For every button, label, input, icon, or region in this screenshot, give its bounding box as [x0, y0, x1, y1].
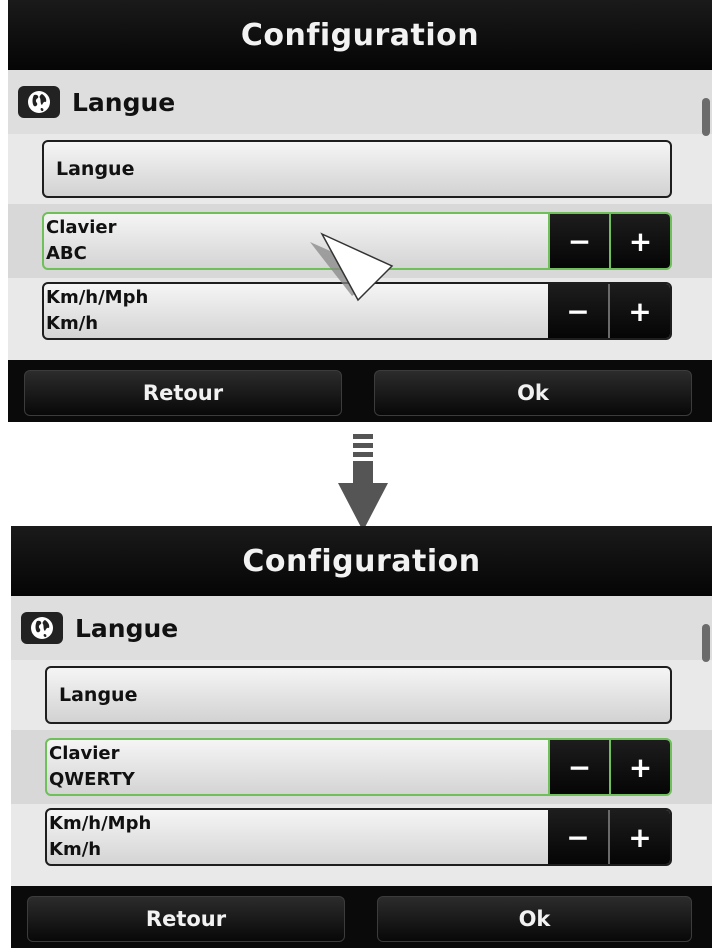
- page-title: Configuration: [242, 543, 481, 579]
- units-minus-button[interactable]: −: [548, 284, 608, 338]
- keyboard-plus-button[interactable]: +: [609, 740, 670, 794]
- ok-button[interactable]: Ok: [377, 896, 692, 942]
- keyboard-label: Clavier: [46, 217, 117, 238]
- language-button[interactable]: Langue: [42, 140, 672, 198]
- keyboard-minus-button[interactable]: −: [548, 214, 609, 268]
- keyboard-value: QWERTY: [49, 769, 135, 790]
- section-title: Langue: [72, 87, 176, 117]
- back-button[interactable]: Retour: [24, 370, 342, 416]
- keyboard-label: Clavier: [49, 743, 120, 764]
- section-header-language: Langue: [8, 70, 712, 134]
- language-button[interactable]: Langue: [45, 666, 672, 724]
- keyboard-minus-button[interactable]: −: [548, 740, 609, 794]
- screen-before: Configuration Langue Langue Clavier ABC …: [0, 0, 712, 422]
- section-title: Langue: [75, 613, 179, 643]
- page-title: Configuration: [240, 17, 480, 53]
- settings-list: Langue Langue Clavier QWERTY − + Km/h/Mp…: [11, 596, 712, 886]
- units-value: Km/h: [49, 839, 102, 860]
- units-stepper: − +: [548, 284, 670, 338]
- globe-icon: [21, 612, 63, 644]
- scrollbar-thumb[interactable]: [702, 624, 710, 662]
- keyboard-stepper: − +: [548, 740, 670, 794]
- units-label: Km/h/Mph: [49, 813, 152, 834]
- units-plus-button[interactable]: +: [608, 284, 670, 338]
- language-button-label: Langue: [56, 158, 135, 180]
- units-plus-button[interactable]: +: [608, 810, 670, 864]
- keyboard-stepper: − +: [548, 214, 670, 268]
- back-button[interactable]: Retour: [27, 896, 345, 942]
- screen-after: Configuration Langue Langue Clavier QWER…: [3, 526, 712, 948]
- section-header-language: Langue: [11, 596, 712, 660]
- keyboard-value: ABC: [46, 243, 87, 264]
- units-setting[interactable]: Km/h/Mph Km/h − +: [45, 808, 672, 866]
- ok-button[interactable]: Ok: [374, 370, 692, 416]
- units-label: Km/h/Mph: [46, 287, 149, 308]
- units-stepper: − +: [548, 810, 670, 864]
- bottom-bar: Retour Ok: [8, 360, 712, 422]
- pointer-arrow-icon: [300, 228, 400, 312]
- globe-icon: [18, 86, 60, 118]
- units-value: Km/h: [46, 313, 99, 334]
- bottom-bar: Retour Ok: [11, 886, 712, 948]
- keyboard-plus-button[interactable]: +: [609, 214, 670, 268]
- keyboard-setting[interactable]: Clavier QWERTY − +: [45, 738, 672, 796]
- scrollbar-thumb[interactable]: [702, 98, 710, 136]
- down-arrow-icon: [338, 434, 388, 532]
- settings-list: Langue Langue Clavier ABC − + Km/h/Mph K…: [8, 70, 712, 360]
- units-minus-button[interactable]: −: [548, 810, 608, 864]
- title-bar: Configuration: [11, 526, 712, 596]
- title-bar: Configuration: [8, 0, 712, 70]
- language-button-label: Langue: [59, 684, 138, 706]
